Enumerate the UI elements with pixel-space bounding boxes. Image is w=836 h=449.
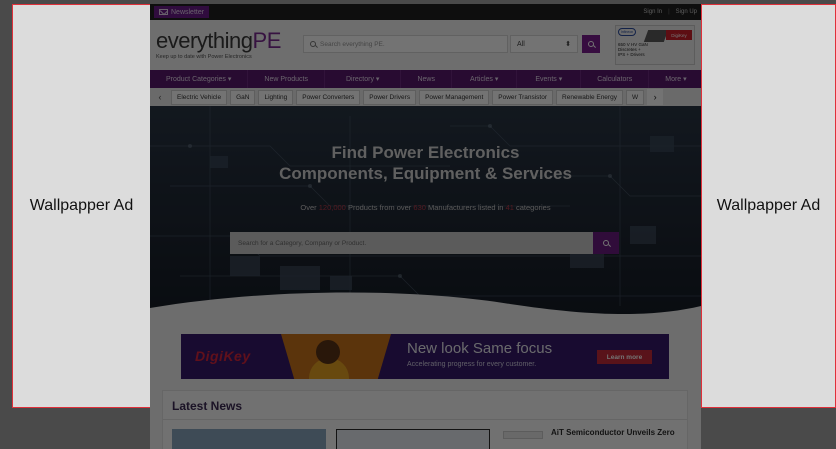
hero-search-input[interactable]: Search for a Category, Company or Produc… [230, 232, 593, 254]
wallpaper-ad-right[interactable]: Wallpapper Ad [701, 4, 836, 408]
chevron-left-icon[interactable]: ‹ [152, 89, 168, 105]
sign-up-link[interactable]: Sign Up [676, 9, 697, 15]
logo-pe: PE [252, 28, 282, 53]
latest-news-panel: Latest News AiT Semiconductor Unveils Ze… [162, 390, 688, 449]
sign-in-link[interactable]: Sign In [643, 9, 662, 15]
digikey-promo-banner[interactable]: DigiKey New look Same focus Accelerating… [181, 334, 669, 379]
hero-subtitle: Over 120,000 Products from over 630 Manu… [150, 203, 701, 212]
search-icon [588, 41, 594, 47]
site-search-placeholder: Search everything PE. [320, 40, 385, 48]
search-category-select[interactable]: All ⬍ [510, 35, 578, 53]
chip-renewable-energy[interactable]: Renewable Energy [556, 89, 623, 105]
latest-news-title: Latest News [172, 399, 243, 413]
banner-brand-logo: Infineon [618, 28, 636, 36]
header-banner-ad[interactable]: Infineon DigiKey 650 V HV GaN Discretes … [615, 25, 695, 65]
chevron-right-icon[interactable]: › [647, 89, 664, 105]
site-logo[interactable]: everythingPE Keep up to date with Power … [156, 28, 296, 61]
hero-search-button[interactable] [593, 232, 619, 254]
hero-categories-count: 41 [505, 203, 514, 212]
auth-separator: | [668, 9, 670, 15]
hero-wave-divider [150, 292, 701, 324]
chip-power-transistor[interactable]: Power Transistor [492, 89, 554, 105]
news-story-headline[interactable]: AiT Semiconductor Unveils Zero [551, 428, 686, 437]
nav-directory[interactable]: Directory ▾ [325, 70, 402, 88]
hero-products-count: 120,000 [318, 203, 346, 212]
chip-gan[interactable]: GaN [230, 89, 256, 105]
site-search-input[interactable]: Search everything PE. [303, 35, 508, 53]
nav-more[interactable]: More ▾ [649, 70, 701, 88]
newsletter-label: Newsletter [171, 8, 205, 16]
wallpaper-ad-right-label: Wallpapper Ad [716, 197, 821, 214]
hero-sub-mid: Products from over [347, 203, 412, 212]
hero-sub-mid2: Manufacturers listed in [428, 203, 504, 212]
promo-learn-more-button[interactable]: Learn more [597, 350, 652, 364]
chip-lighting[interactable]: Lighting [258, 89, 294, 105]
banner-chip-image [643, 30, 669, 42]
nav-new-products[interactable]: New Products [248, 70, 325, 88]
nav-news[interactable]: News [401, 70, 452, 88]
hero-title-line1: Find Power Electronics [331, 143, 520, 162]
hero-search-placeholder: Search for a Category, Company or Produc… [238, 239, 367, 247]
hero-title-line2: Components, Equipment & Services [279, 164, 572, 183]
logo-wordmark: everything [156, 28, 253, 53]
site-container: Newsletter Sign In | Sign Up everythingP… [150, 4, 701, 449]
hero-sub-prefix: Over [300, 203, 317, 212]
newsletter-button[interactable]: Newsletter [154, 6, 210, 18]
banner-text-line: IPS + Drivers [618, 52, 645, 57]
wallpaper-ad-left[interactable]: Wallpapper Ad [12, 4, 151, 408]
hero-manufacturers-count: 630 [413, 203, 426, 212]
chip-electric-vehicle[interactable]: Electric Vehicle [171, 89, 228, 105]
search-category-value: All [517, 40, 525, 48]
news-thumbnail[interactable] [172, 429, 326, 449]
news-thumbnail[interactable] [336, 429, 490, 449]
hero-sub-suffix: categories [516, 203, 551, 212]
search-icon [603, 240, 609, 246]
auth-links: Sign In | Sign Up [643, 9, 697, 15]
main-nav: Product Categories ▾ New Products Direct… [150, 70, 701, 88]
content-area: DigiKey New look Same focus Accelerating… [150, 324, 701, 449]
banner-text: 650 V HV GaN Discretes + IPS + Drivers [618, 42, 648, 57]
promo-person-head [316, 340, 340, 364]
nav-articles[interactable]: Articles ▾ [452, 70, 518, 88]
nav-calculators[interactable]: Calculators [581, 70, 650, 88]
promo-headline: New look Same focus [407, 340, 553, 357]
chip-power-drivers[interactable]: Power Drivers [363, 89, 417, 105]
logo-tagline: Keep up to date with Power Electronics [156, 54, 252, 60]
mail-icon [159, 9, 168, 15]
site-search-button[interactable] [582, 35, 600, 53]
nav-events[interactable]: Events ▾ [517, 70, 582, 88]
chip-power-converters[interactable]: Power Converters [296, 89, 361, 105]
promo-brand-logo: DigiKey [195, 348, 251, 364]
news-source-logo [503, 431, 543, 439]
category-chip-bar: ‹ Electric Vehicle GaN Lighting Power Co… [150, 88, 701, 106]
news-divider [163, 419, 687, 420]
brand-bar: everythingPE Keep up to date with Power … [150, 20, 701, 70]
select-arrows-icon: ⬍ [565, 41, 571, 48]
wallpaper-ad-left-label: Wallpapper Ad [29, 197, 134, 214]
top-bar: Newsletter Sign In | Sign Up [150, 4, 701, 20]
nav-product-categories[interactable]: Product Categories ▾ [150, 70, 249, 88]
chip-power-management[interactable]: Power Management [419, 89, 490, 105]
promo-subline: Accelerating progress for every customer… [407, 361, 537, 368]
hero-section: Find Power Electronics Components, Equip… [150, 106, 701, 324]
chip-w[interactable]: W [625, 89, 645, 105]
search-icon [310, 41, 316, 47]
banner-retailer-logo: DigiKey [666, 30, 692, 40]
